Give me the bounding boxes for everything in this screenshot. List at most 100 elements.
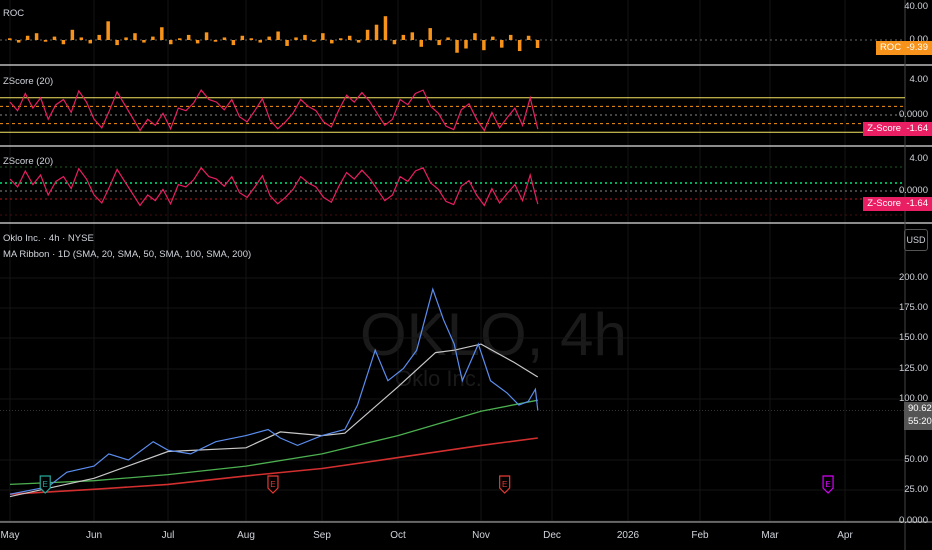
- zscore1-value-tag: Z-Score -1.64: [863, 122, 932, 136]
- roc-bar: [437, 40, 441, 46]
- roc-bar: [52, 36, 57, 40]
- roc-bar: [517, 40, 522, 52]
- time-axis-label: Oct: [390, 530, 406, 541]
- time-axis-label: Feb: [691, 530, 709, 541]
- time-axis-label: Mar: [761, 530, 779, 541]
- price-axis-label: 200.00: [898, 272, 928, 283]
- roc-bar: [392, 40, 397, 45]
- roc-bar: [338, 38, 343, 40]
- zscore2-axis-label: 4.00: [909, 153, 929, 164]
- time-axis-label: Aug: [237, 530, 255, 541]
- roc-bar: [231, 40, 236, 46]
- roc-tag-name: ROC: [879, 42, 902, 53]
- roc-value-tag: ROC -9.39: [875, 41, 932, 55]
- roc-bar: [169, 40, 173, 45]
- roc-bar: [410, 32, 415, 40]
- roc-bar: [347, 35, 352, 40]
- roc-bar: [222, 37, 227, 40]
- time-axis-label: 2026: [616, 530, 640, 541]
- roc-bar: [374, 24, 379, 40]
- price-axis-label: 50.00: [904, 454, 928, 465]
- roc-bar: [79, 37, 84, 40]
- roc-bar: [464, 40, 468, 49]
- roc-bar: [204, 32, 209, 40]
- roc-bar: [106, 21, 110, 40]
- price-axis-label: 150.00: [898, 332, 928, 343]
- roc-bar: [25, 35, 30, 40]
- roc-bar: [285, 40, 289, 46]
- price-line: [9, 287, 539, 495]
- time-axis-label: Nov: [472, 530, 490, 541]
- roc-bar: [276, 31, 280, 40]
- ma-ribbon-legend[interactable]: MA Ribbon · 1D (SMA, 20, SMA, 50, SMA, 1…: [3, 249, 251, 260]
- roc-bar: [186, 34, 191, 40]
- time-axis-label: Sep: [313, 530, 331, 541]
- roc-bar: [61, 40, 66, 45]
- time-axis-label: Jul: [161, 530, 175, 541]
- roc-bar: [446, 37, 450, 40]
- time-axis-label: Dec: [543, 530, 561, 541]
- earnings-marker-label: E: [825, 480, 830, 489]
- bar-countdown: 55:20: [908, 416, 932, 427]
- roc-bar: [491, 36, 495, 40]
- roc-bar: [294, 37, 298, 40]
- roc-bar: [8, 38, 12, 40]
- roc-bar: [455, 40, 459, 53]
- chart-canvas[interactable]: EEEE: [0, 0, 932, 550]
- zscore-line: [9, 166, 539, 207]
- roc-bar: [213, 40, 218, 42]
- time-axis-label: Apr: [837, 530, 853, 541]
- roc-bar: [195, 40, 200, 44]
- roc-bar: [482, 40, 486, 51]
- roc-bar: [383, 16, 388, 40]
- price-axis-label: 0.0000: [898, 515, 928, 526]
- zscore2-tag-value: -1.64: [906, 198, 928, 209]
- time-axis-label: May: [0, 530, 20, 541]
- zscore1-tag-value: -1.64: [906, 123, 928, 134]
- zscore2-tag-name: Z-Score: [867, 198, 902, 209]
- zscore1-axis-label: 0.0000: [898, 109, 928, 120]
- roc-pane-title: ROC: [3, 8, 25, 19]
- roc-bar: [258, 40, 262, 43]
- roc-bar: [419, 40, 424, 47]
- last-price: 90.62: [908, 403, 932, 414]
- zscore2-axis-label: 0.0000: [898, 185, 928, 196]
- zscore1-pane-title: ZScore (20): [3, 76, 54, 87]
- zscore1-axis-label: 4.00: [909, 74, 929, 85]
- roc-bar: [43, 40, 48, 42]
- price-axis-label: 125.00: [898, 363, 928, 374]
- roc-bar: [160, 27, 164, 40]
- roc-bar: [365, 29, 370, 40]
- roc-bar: [249, 38, 254, 40]
- roc-bar: [526, 35, 531, 40]
- roc-bar: [535, 40, 540, 48]
- roc-axis-label: 40.00: [904, 1, 928, 12]
- price-axis-label: 25.00: [904, 484, 928, 495]
- roc-bar: [34, 33, 39, 40]
- roc-bar: [240, 35, 245, 40]
- currency-button[interactable]: USD: [904, 229, 928, 251]
- roc-bar: [133, 33, 137, 40]
- roc-bar: [97, 34, 101, 40]
- roc-bar: [115, 40, 119, 46]
- roc-bar: [356, 40, 361, 43]
- roc-bar: [330, 40, 334, 44]
- roc-bar: [267, 36, 271, 40]
- last-price-tag: 90.62 55:20: [904, 402, 932, 430]
- zscore-line: [9, 89, 539, 132]
- time-axis-label: Jun: [85, 530, 103, 541]
- price-axis-label: 175.00: [898, 302, 928, 313]
- roc-bar: [142, 40, 146, 43]
- roc-bar: [303, 34, 307, 40]
- zscore2-value-tag: Z-Score -1.64: [863, 197, 932, 211]
- roc-bar: [70, 29, 75, 40]
- roc-bar: [401, 34, 406, 40]
- roc-bar: [500, 40, 504, 48]
- roc-bar: [508, 34, 513, 40]
- roc-bar: [16, 40, 21, 43]
- roc-bar: [473, 33, 477, 40]
- roc-bar: [88, 40, 93, 44]
- symbol-title[interactable]: Oklo Inc. · 4h · NYSE: [3, 233, 94, 244]
- zscore2-pane-title: ZScore (20): [3, 156, 54, 167]
- earnings-marker-label: E: [270, 480, 275, 489]
